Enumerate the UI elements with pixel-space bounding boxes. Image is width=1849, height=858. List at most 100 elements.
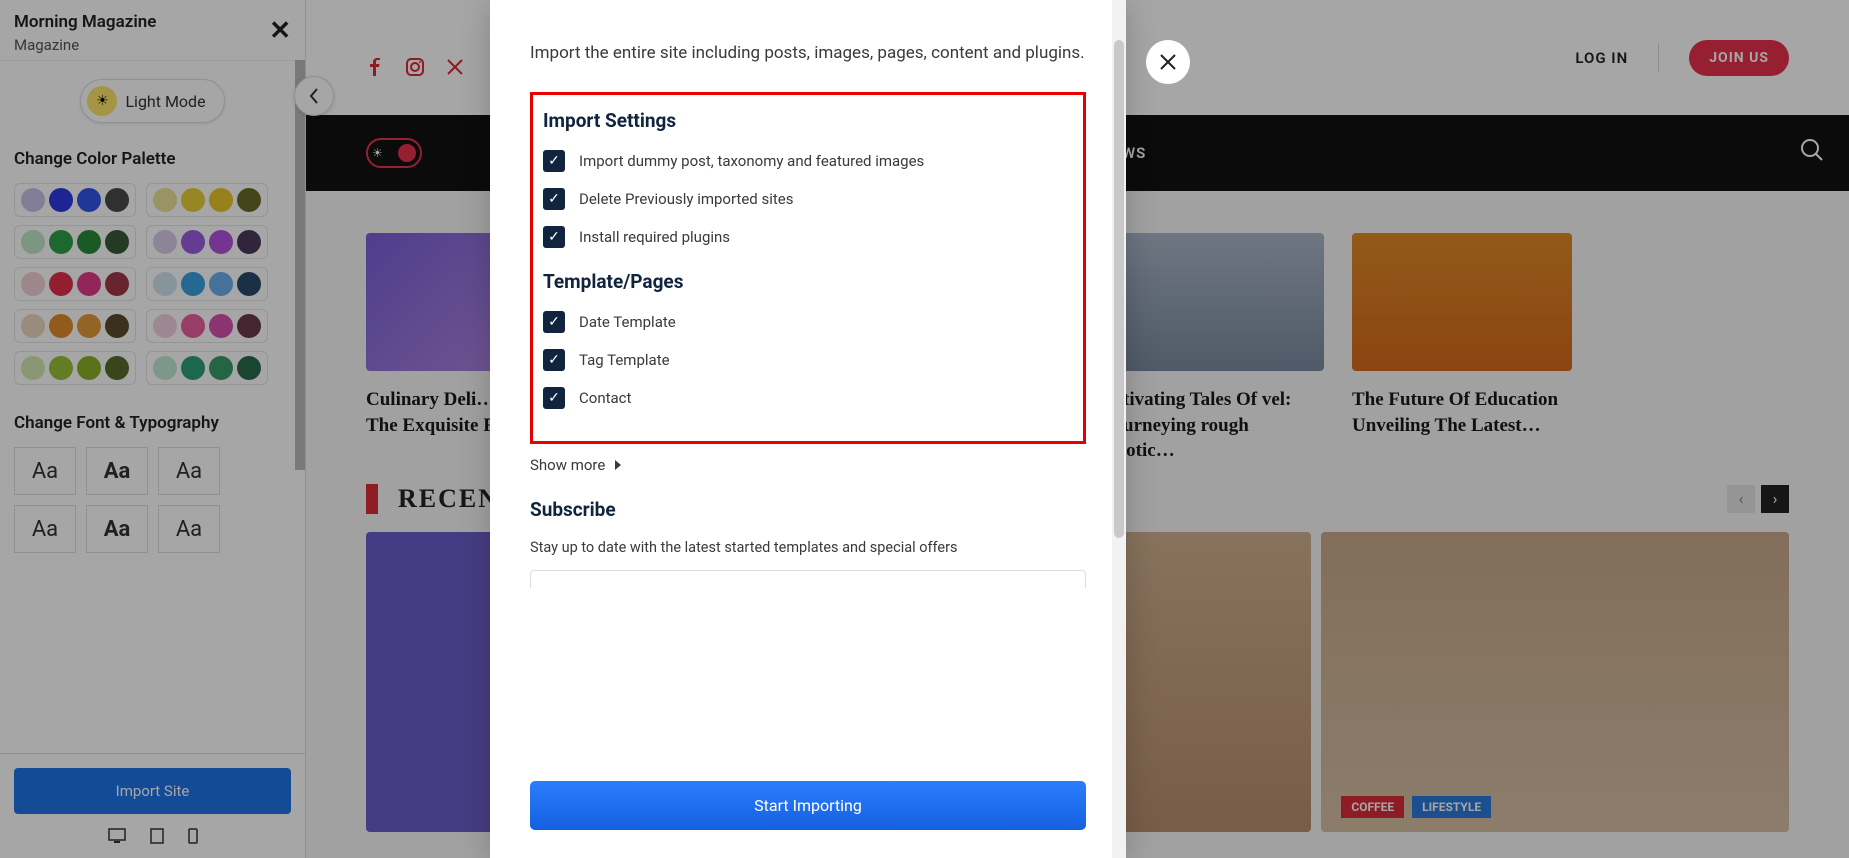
font-option[interactable]: Aa bbox=[14, 505, 76, 553]
checkbox-row: ✓ Import dummy post, taxonomy and feature… bbox=[543, 150, 1073, 172]
collapse-sidebar-button[interactable] bbox=[294, 76, 334, 116]
palette-option[interactable] bbox=[14, 351, 136, 385]
carousel-nav: ‹ › bbox=[1727, 485, 1789, 513]
checkbox-label: Tag Template bbox=[579, 351, 670, 369]
checkbox-row: ✓ Delete Previously imported sites bbox=[543, 188, 1073, 210]
device-switcher bbox=[14, 828, 291, 844]
color-swatch bbox=[49, 314, 73, 338]
checkbox[interactable]: ✓ bbox=[543, 349, 565, 371]
sidebar-footer: Import Site bbox=[0, 753, 305, 858]
color-swatch bbox=[209, 314, 233, 338]
modal-body: Import the entire site including posts, … bbox=[490, 0, 1126, 775]
checkbox[interactable]: ✓ bbox=[543, 226, 565, 248]
modal-close-button[interactable] bbox=[1146, 40, 1190, 84]
sidebar-header: Morning Magazine Magazine ✕ bbox=[0, 0, 305, 61]
color-swatch bbox=[105, 356, 129, 380]
join-us-button[interactable]: JOIN US bbox=[1689, 40, 1789, 76]
instagram-icon[interactable] bbox=[406, 58, 424, 76]
facebook-icon[interactable] bbox=[366, 58, 384, 76]
checkbox-label: Date Template bbox=[579, 313, 676, 331]
color-swatch bbox=[181, 272, 205, 296]
palette-option[interactable] bbox=[146, 309, 268, 343]
color-swatch bbox=[77, 188, 101, 212]
show-more-button[interactable]: Show more bbox=[530, 456, 1086, 474]
show-more-label: Show more bbox=[530, 456, 605, 474]
mobile-icon[interactable] bbox=[188, 828, 198, 844]
font-option[interactable]: Aa bbox=[86, 447, 148, 495]
chip-lifestyle[interactable]: LIFESTYLE bbox=[1412, 796, 1491, 818]
featured-card[interactable]: COFFEE LIFESTYLE bbox=[1321, 532, 1789, 832]
color-swatch bbox=[77, 272, 101, 296]
color-swatch bbox=[77, 356, 101, 380]
palette-option[interactable] bbox=[14, 267, 136, 301]
article-card[interactable]: …tivating Tales Of vel: Journeying rough… bbox=[1104, 233, 1324, 464]
desktop-icon[interactable] bbox=[108, 828, 126, 844]
checkbox-row: ✓ Install required plugins bbox=[543, 226, 1073, 248]
color-swatch bbox=[209, 272, 233, 296]
import-modal: Import the entire site including posts, … bbox=[490, 0, 1126, 858]
color-swatch bbox=[209, 188, 233, 212]
tablet-icon[interactable] bbox=[150, 828, 164, 844]
close-icon[interactable]: ✕ bbox=[269, 16, 291, 46]
toggle-dot bbox=[398, 144, 416, 162]
checkbox-row: ✓Contact bbox=[543, 387, 1073, 409]
color-swatch bbox=[21, 272, 45, 296]
sun-icon: ☀ bbox=[372, 146, 383, 160]
font-option[interactable]: Aa bbox=[86, 505, 148, 553]
font-option[interactable]: Aa bbox=[158, 505, 220, 553]
color-swatch bbox=[21, 356, 45, 380]
color-swatch bbox=[209, 230, 233, 254]
subscribe-heading: Subscribe bbox=[530, 498, 1086, 521]
light-mode-label: Light Mode bbox=[125, 92, 205, 111]
sidebar-subtitle: Magazine bbox=[14, 36, 291, 54]
import-site-button[interactable]: Import Site bbox=[14, 768, 291, 814]
color-swatch bbox=[181, 314, 205, 338]
chevron-left-icon bbox=[308, 87, 320, 105]
color-swatch bbox=[105, 230, 129, 254]
color-swatch bbox=[105, 314, 129, 338]
next-button[interactable]: › bbox=[1761, 485, 1789, 513]
article-card[interactable]: The Future Of Education Unveiling The La… bbox=[1352, 233, 1572, 464]
font-option[interactable]: Aa bbox=[14, 447, 76, 495]
palette-option[interactable] bbox=[146, 225, 268, 259]
palette-option[interactable] bbox=[146, 351, 268, 385]
color-swatch bbox=[49, 272, 73, 296]
x-twitter-icon[interactable] bbox=[446, 58, 464, 76]
login-link[interactable]: LOG IN bbox=[1575, 49, 1628, 67]
checkbox[interactable]: ✓ bbox=[543, 387, 565, 409]
color-swatch bbox=[153, 230, 177, 254]
palette-option[interactable] bbox=[14, 225, 136, 259]
chip-coffee[interactable]: COFFEE bbox=[1341, 796, 1404, 818]
search-icon[interactable] bbox=[1799, 137, 1825, 163]
checkbox-label: Import dummy post, taxonomy and featured… bbox=[579, 152, 924, 170]
color-swatch bbox=[105, 188, 129, 212]
palette-grid bbox=[14, 183, 291, 385]
checkbox[interactable]: ✓ bbox=[543, 188, 565, 210]
checkbox-row: ✓ Tag Template bbox=[543, 349, 1073, 371]
font-grid: Aa Aa Aa Aa Aa Aa bbox=[14, 447, 291, 553]
color-swatch bbox=[49, 188, 73, 212]
palette-option[interactable] bbox=[14, 183, 136, 217]
prev-button[interactable]: ‹ bbox=[1727, 485, 1755, 513]
chevron-right-icon bbox=[613, 459, 623, 471]
palette-option[interactable] bbox=[14, 309, 136, 343]
social-icons bbox=[366, 58, 464, 76]
font-option[interactable]: Aa bbox=[158, 447, 220, 495]
color-swatch bbox=[21, 314, 45, 338]
palette-option[interactable] bbox=[146, 267, 268, 301]
palette-section-label: Change Color Palette bbox=[14, 149, 291, 169]
email-input[interactable] bbox=[530, 570, 1086, 588]
checkbox-label: Install required plugins bbox=[579, 228, 730, 246]
start-importing-button[interactable]: Start Importing bbox=[530, 781, 1086, 830]
checkbox-label: Delete Previously imported sites bbox=[579, 190, 793, 208]
accent-bar bbox=[366, 484, 378, 514]
checkbox[interactable]: ✓ bbox=[543, 311, 565, 333]
palette-option[interactable] bbox=[146, 183, 268, 217]
dark-mode-toggle[interactable]: ☀ bbox=[366, 138, 422, 168]
light-mode-toggle[interactable]: ☀ Light Mode bbox=[80, 79, 224, 123]
scrollbar-thumb[interactable] bbox=[295, 60, 305, 470]
checkbox[interactable]: ✓ bbox=[543, 150, 565, 172]
font-section-label: Change Font & Typography bbox=[14, 413, 291, 433]
color-swatch bbox=[21, 230, 45, 254]
color-swatch bbox=[209, 356, 233, 380]
